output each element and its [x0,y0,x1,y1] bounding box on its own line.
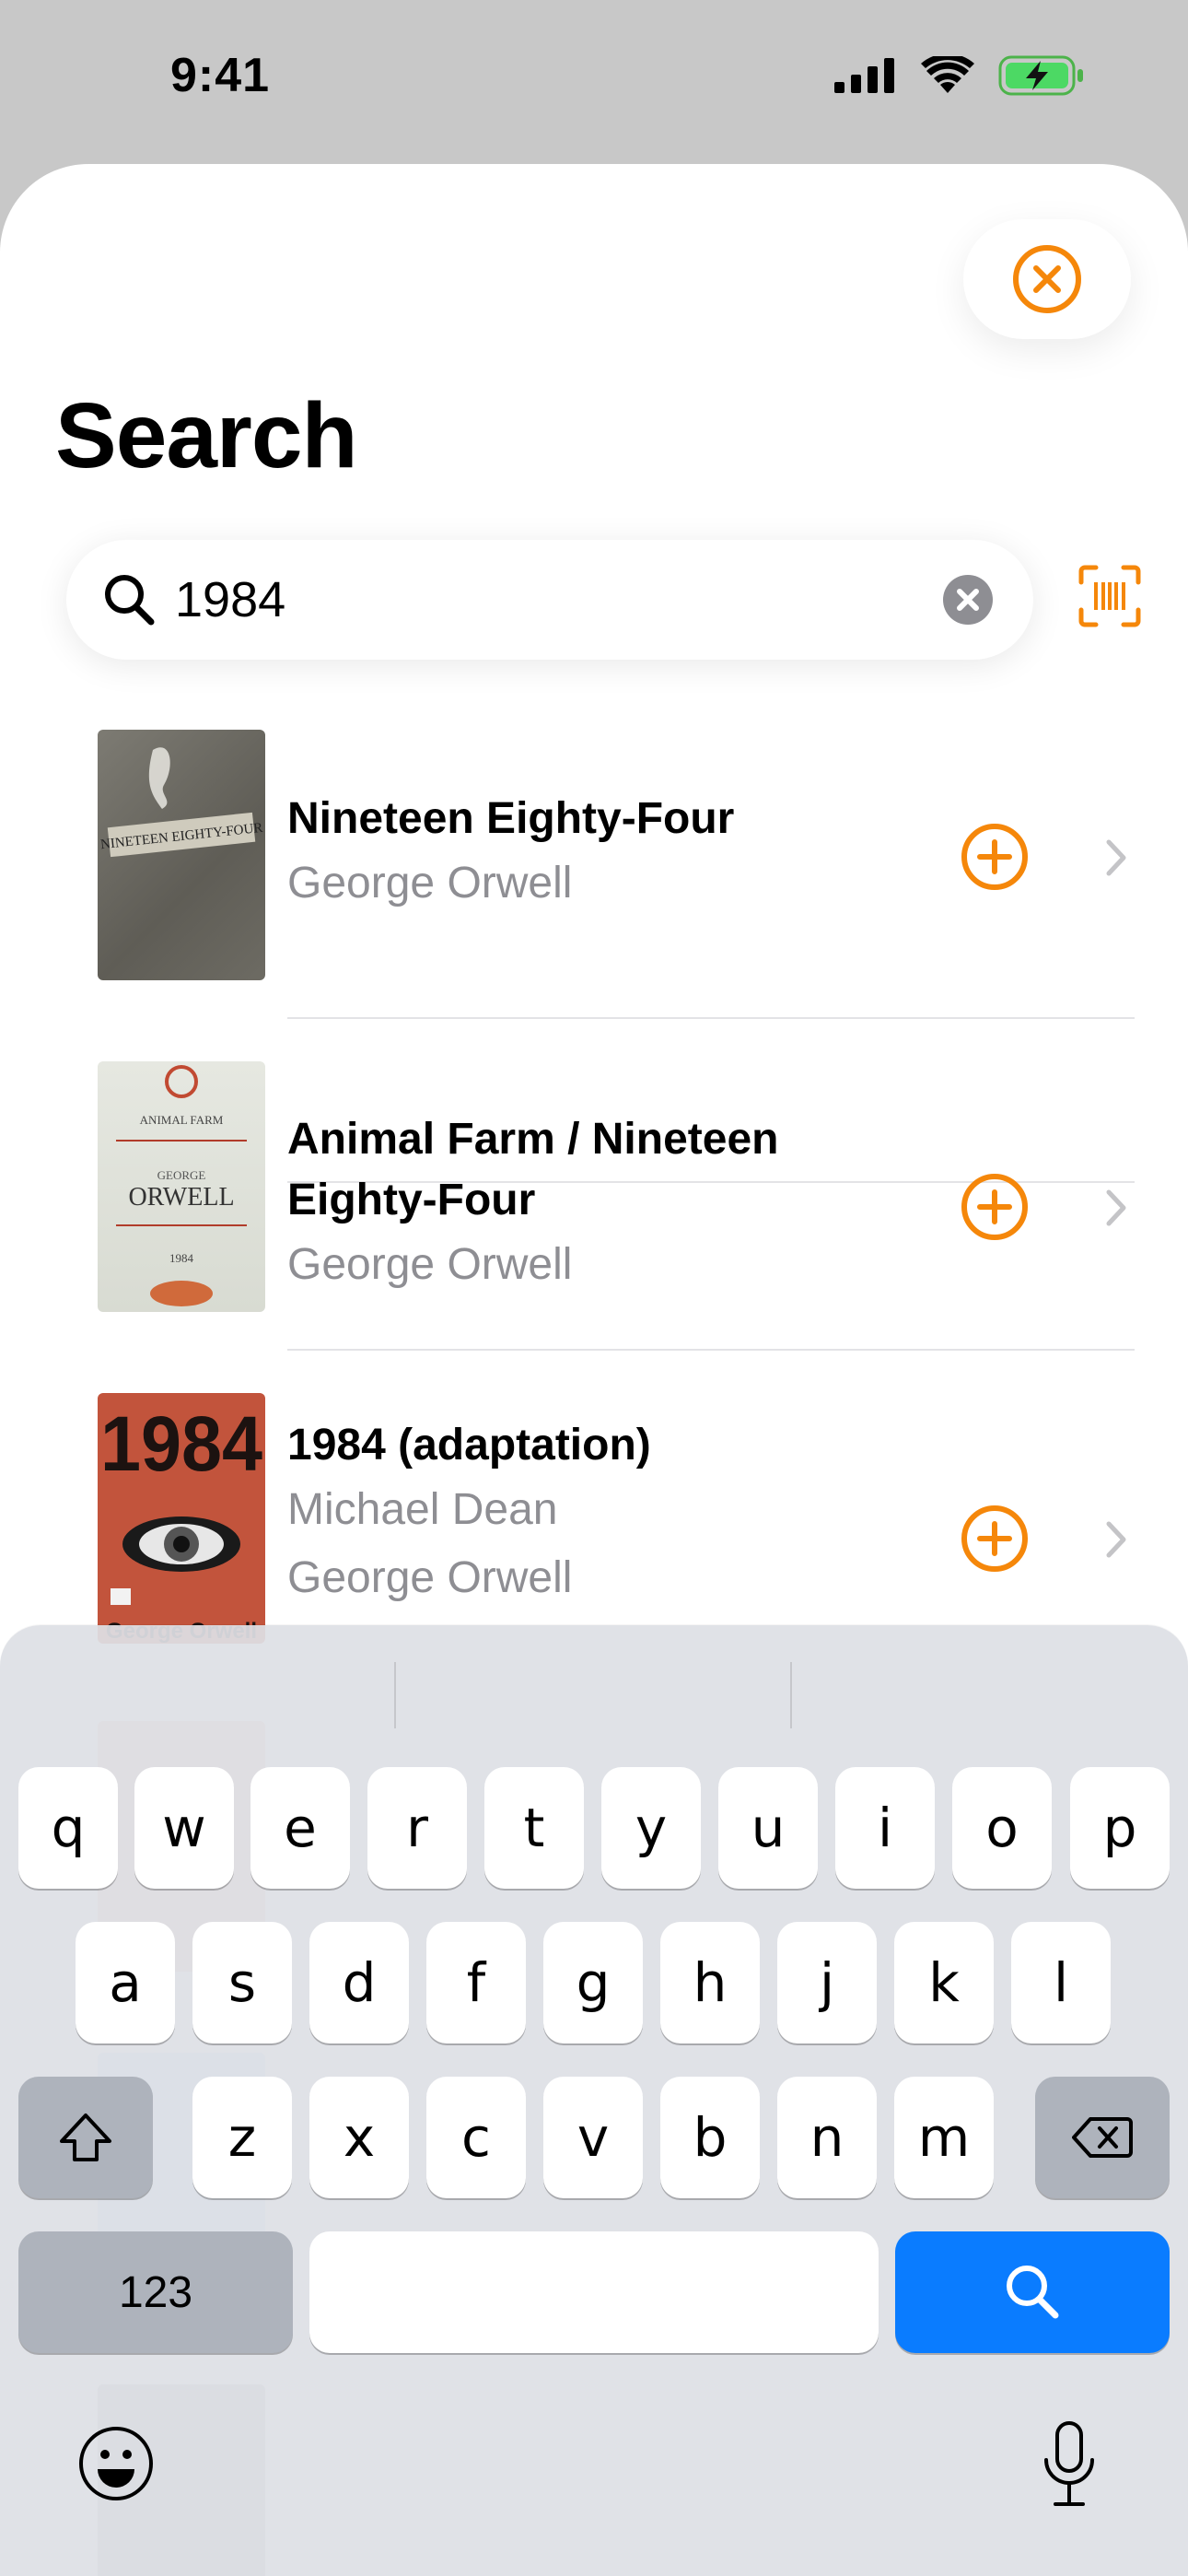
emoji-icon[interactable] [77,2425,155,2502]
magnifier-icon [1007,2266,1059,2319]
plus-circle-icon[interactable] [960,1504,1030,1574]
wifi-icon [921,56,974,93]
predictive-divider [790,1662,792,1728]
clear-circle-icon[interactable] [943,575,993,625]
chevron-right-icon [1106,1521,1126,1558]
key-d[interactable]: d [309,1922,409,2043]
battery-charging-icon [998,55,1083,96]
key-m[interactable]: m [894,2077,994,2198]
key-p[interactable]: p [1070,1767,1170,1889]
book-cover-image: 1984 George Orwell [98,1393,265,1644]
cover-art: ANIMAL FARM GEORGE ORWELL 1984 [116,1065,247,1306]
cellular-signal-icon [834,58,894,93]
key-b[interactable]: b [660,2077,760,2198]
book-title: 1984 (adaptation) [287,1421,651,1469]
key-w[interactable]: w [134,1767,234,1889]
book-author: George Orwell [287,1553,573,1602]
key-r[interactable]: r [367,1767,467,1889]
key-l[interactable]: l [1011,1922,1111,2043]
key-x[interactable]: x [309,2077,409,2198]
space-key[interactable] [309,2231,879,2353]
book-title-line-1: Animal Farm / Nineteen [287,1115,779,1164]
backspace-icon [1072,2117,1133,2158]
status-bar: 9:41 [0,0,1188,164]
cover-year: 1984 [169,1251,194,1265]
key-i[interactable]: i [835,1767,935,1889]
book-title-line-2: Eighty-Four [287,1176,536,1224]
key-j[interactable]: j [777,1922,877,2043]
result-row[interactable]: NINETEEN EIGHTY-FOUR Nineteen Eighty-Fou… [0,715,1188,1183]
status-time: 9:41 [170,49,271,102]
key-e[interactable]: e [250,1767,350,1889]
book-cover-image: ANIMAL FARM GEORGE ORWELL 1984 [98,1061,265,1312]
book-author: George Orwell [287,1240,573,1289]
search-input[interactable] [175,560,967,639]
chevron-right-icon [1106,839,1126,876]
delete-key[interactable] [1035,2077,1170,2198]
row-divider [287,1017,1135,1019]
close-button[interactable] [963,219,1131,339]
plus-circle-icon[interactable] [960,1172,1030,1242]
key-u[interactable]: u [718,1767,818,1889]
row-divider [287,1349,1135,1351]
shift-key[interactable] [18,2077,153,2198]
shift-icon [60,2113,111,2161]
key-o[interactable]: o [952,1767,1052,1889]
key-k[interactable]: k [894,1922,994,2043]
cover-art: NINETEEN EIGHTY-FOUR [99,747,263,858]
key-s[interactable]: s [192,1922,292,2043]
keyboard: q w e r t y u i o p a s d f g h j k l z … [0,1625,1188,2576]
search-field[interactable] [66,540,1033,660]
cover-name1: GEORGE [157,1168,206,1182]
key-v[interactable]: v [543,2077,643,2198]
book-author: George Orwell [287,859,573,907]
key-a[interactable]: a [76,1922,175,2043]
numbers-key[interactable]: 123 [18,2231,293,2353]
book-cover-image: NINETEEN EIGHTY-FOUR [98,730,265,980]
result-text: Animal Farm / Nineteen Eighty-Four Georg… [287,1109,932,1299]
barcode-scan-icon[interactable] [1077,564,1142,628]
key-c[interactable]: c [426,2077,526,2198]
cover-name2: ORWELL [128,1183,234,1212]
book-title: Nineteen Eighty-Four [287,794,735,843]
search-key[interactable] [895,2231,1170,2353]
key-h[interactable]: h [660,1922,760,2043]
key-y[interactable]: y [601,1767,701,1889]
cover-top: 1984 [100,1400,262,1487]
result-text: 1984 (adaptation) Michael Dean George Or… [287,1415,932,1612]
key-g[interactable]: g [543,1922,643,2043]
predictive-divider [394,1662,396,1728]
cover-top: ANIMAL FARM [140,1113,224,1127]
microphone-icon[interactable] [1041,2419,1098,2510]
plus-circle-icon[interactable] [960,822,1030,892]
book-author: Michael Dean [287,1485,558,1534]
cover-art: 1984 George Orwell [100,1400,262,1644]
key-q[interactable]: q [18,1767,118,1889]
page-title: Search [55,384,358,487]
key-n[interactable]: n [777,2077,877,2198]
key-f[interactable]: f [426,1922,526,2043]
key-t[interactable]: t [484,1767,584,1889]
status-icons [834,55,1085,96]
result-text: Nineteen Eighty-Four George Orwell [287,789,932,918]
magnifier-icon [105,575,155,626]
result-row[interactable]: ANIMAL FARM GEORGE ORWELL 1984 Animal Fa… [0,1047,1188,1378]
close-circle-icon [1013,245,1081,313]
chevron-right-icon [1106,1189,1126,1226]
key-z[interactable]: z [192,2077,292,2198]
